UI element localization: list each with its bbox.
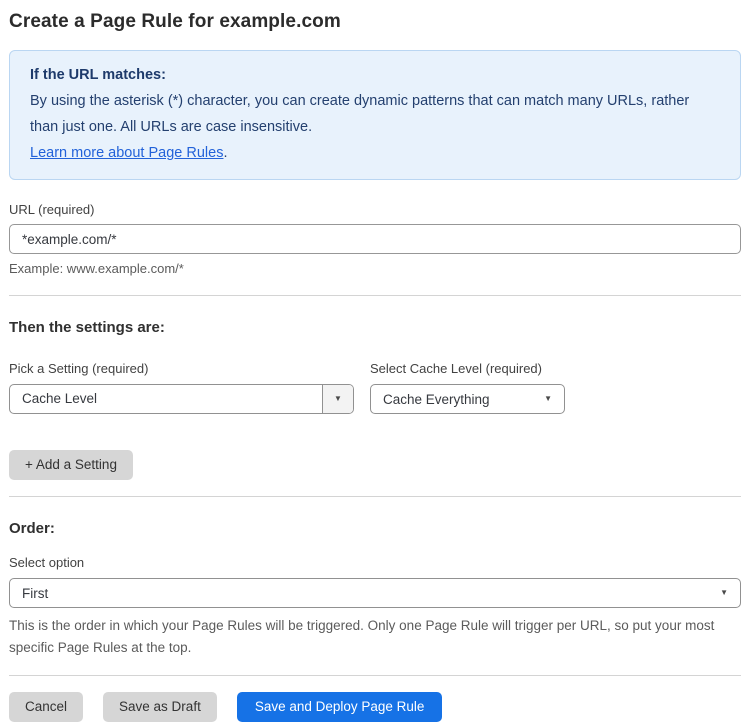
section-divider (9, 295, 741, 296)
info-box-link-line: Learn more about Page Rules. (30, 140, 720, 166)
url-example-helper: Example: www.example.com/* (9, 261, 184, 276)
cancel-button[interactable]: Cancel (9, 692, 84, 722)
pick-setting-caret-box[interactable]: ▼ (322, 385, 353, 413)
pick-setting-dropdown[interactable]: Cache Level ▼ (9, 384, 354, 414)
page-rule-form: Create a Page Rule for example.com If th… (0, 0, 750, 722)
settings-heading: Then the settings are: (9, 319, 165, 336)
cache-level-dropdown[interactable]: Cache Everything ▼ (370, 384, 565, 414)
cache-level-label: Select Cache Level (required) (370, 361, 542, 376)
order-helper-text: This is the order in which your Page Rul… (9, 618, 715, 655)
section-divider (9, 675, 741, 676)
link-suffix: . (223, 145, 228, 161)
pick-setting-value: Cache Level (22, 391, 98, 406)
chevron-down-icon: ▼ (334, 394, 342, 403)
chevron-down-icon: ▼ (544, 394, 552, 403)
info-box-body: By using the asterisk (*) character, you… (30, 93, 690, 135)
cache-level-column: Select Cache Level (required) Cache Ever… (370, 361, 565, 414)
save-and-deploy-button[interactable]: Save and Deploy Page Rule (236, 692, 443, 722)
url-match-info-box: If the URL matches: By using the asteris… (9, 50, 741, 180)
form-actions: Cancel Save as Draft Save and Deploy Pag… (9, 692, 741, 722)
url-field-label: URL (required) (9, 202, 95, 217)
info-box-heading: If the URL matches: (30, 67, 166, 83)
order-dropdown[interactable]: First ▼ (9, 578, 741, 608)
cache-level-value: Cache Everything (383, 391, 490, 407)
settings-row: Pick a Setting (required) Cache Level ▼ … (9, 361, 741, 414)
pick-setting-label: Pick a Setting (required) (9, 361, 149, 376)
order-select-label: Select option (9, 555, 85, 570)
order-heading: Order: (9, 520, 55, 537)
chevron-down-icon: ▼ (720, 588, 728, 597)
url-input[interactable] (9, 224, 741, 254)
page-title: Create a Page Rule for example.com (9, 11, 341, 32)
save-as-draft-button[interactable]: Save as Draft (103, 692, 217, 722)
pick-setting-column: Pick a Setting (required) Cache Level ▼ (9, 361, 354, 414)
order-value: First (22, 585, 49, 601)
add-setting-button[interactable]: + Add a Setting (9, 450, 133, 480)
section-divider (9, 496, 741, 497)
learn-more-link[interactable]: Learn more about Page Rules (30, 145, 223, 161)
